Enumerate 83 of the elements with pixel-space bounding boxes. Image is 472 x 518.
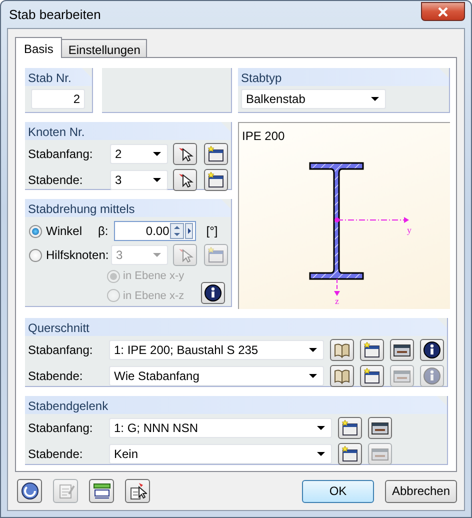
- dropdown[interactable]: Balkenstab: [241, 89, 386, 109]
- window-title: Stab bearbeiten: [9, 6, 101, 24]
- info-button[interactable]: [420, 339, 444, 361]
- new-window-icon: [341, 445, 359, 463]
- caret-icon: [309, 348, 317, 352]
- caret-icon: [309, 374, 317, 378]
- book-icon: [333, 367, 351, 385]
- option-label: in Ebene x-y: [123, 269, 184, 284]
- angle-field[interactable]: 0.00: [114, 221, 196, 241]
- cursor-button[interactable]: [173, 169, 197, 191]
- new-window-icon: [207, 246, 225, 264]
- dropdown[interactable]: Wie Stabanfang: [109, 366, 324, 386]
- new-window-button[interactable]: [204, 169, 228, 191]
- card-button[interactable]: [390, 339, 414, 361]
- axis-label: z: [335, 296, 339, 305]
- radio-button[interactable]: [29, 224, 42, 238]
- new-window-icon: [363, 367, 381, 385]
- dropdown[interactable]: 1: G; NNN NSN: [109, 418, 332, 438]
- caret-icon: [153, 178, 161, 182]
- new-window-icon: [207, 171, 225, 189]
- caret-icon: [371, 97, 379, 101]
- group-title: Knoten Nr.: [25, 122, 231, 140]
- book-icon: [333, 341, 351, 359]
- option-label: Winkel: [46, 223, 82, 240]
- new-window-icon: [341, 419, 359, 437]
- arrow-right-icon[interactable]: [185, 223, 194, 239]
- document-cursor-icon: [128, 482, 146, 500]
- group-title: Stabendgelenk: [25, 396, 447, 414]
- beta-label: β:: [98, 223, 108, 240]
- card-button[interactable]: [368, 417, 392, 439]
- new-window-button[interactable]: [338, 417, 362, 439]
- book-button[interactable]: [330, 339, 354, 361]
- new-window-icon: [207, 145, 225, 163]
- info-button[interactable]: [201, 282, 225, 304]
- field-label: Stabende:: [28, 172, 84, 189]
- z-axis: [334, 278, 340, 296]
- new-window-button[interactable]: [338, 443, 362, 465]
- field-label: Stabanfang:: [28, 420, 94, 437]
- group-title: Stab Nr.: [25, 68, 92, 86]
- close-button[interactable]: [421, 2, 465, 21]
- help-button[interactable]: [17, 479, 42, 503]
- document-cursor-button[interactable]: [125, 479, 150, 503]
- caret-icon: [153, 253, 161, 257]
- caret-icon: [153, 152, 161, 156]
- field-label: Stabanfang:: [28, 146, 94, 163]
- group-title: Stabtyp: [238, 68, 449, 86]
- number-field[interactable]: 2: [31, 89, 85, 109]
- info-icon: [204, 284, 222, 302]
- tab[interactable]: Basis: [15, 37, 62, 58]
- dropdown[interactable]: 1: IPE 200; Baustahl S 235: [109, 340, 324, 360]
- spinner-icon[interactable]: [170, 223, 184, 239]
- field-label: Stabende:: [28, 368, 84, 385]
- info-icon: [423, 341, 441, 359]
- notepad-icon: [56, 482, 74, 500]
- ruler-button[interactable]: [89, 479, 114, 503]
- axis-label: y: [407, 225, 412, 235]
- cursor-button[interactable]: [173, 143, 197, 165]
- group-title: Querschnitt: [25, 318, 447, 336]
- radio-button[interactable]: [29, 248, 42, 262]
- dialog-button[interactable]: OK: [302, 480, 374, 502]
- section-name: IPE 200: [242, 128, 286, 145]
- tab[interactable]: Einstellungen: [61, 39, 148, 57]
- new-window-icon: [363, 341, 381, 359]
- unit-label: [°]: [206, 223, 218, 240]
- book-button[interactable]: [330, 365, 354, 387]
- info-icon: [423, 367, 441, 385]
- dropdown[interactable]: Kein: [109, 444, 332, 464]
- option-label: Hilfsknoten:: [46, 247, 109, 264]
- close-icon: [437, 6, 449, 16]
- new-window-button[interactable]: [360, 339, 384, 361]
- group-title: Stabdrehung mittels: [25, 199, 231, 217]
- dropdown[interactable]: 3: [110, 170, 168, 190]
- radio-option[interactable]: Hilfsknoten:: [29, 246, 106, 264]
- field-label: Stabanfang:: [28, 342, 94, 359]
- field-label: Stabende:: [28, 446, 84, 463]
- option-label: in Ebene x-z: [123, 288, 184, 304]
- dialog-button[interactable]: Abbrechen: [385, 480, 457, 502]
- caret-icon: [317, 426, 325, 430]
- new-window-button[interactable]: [360, 365, 384, 387]
- radio-option[interactable]: Winkel: [29, 222, 82, 240]
- dropdown[interactable]: 2: [110, 144, 168, 164]
- new-window-button[interactable]: [204, 143, 228, 165]
- caret-icon: [317, 452, 325, 456]
